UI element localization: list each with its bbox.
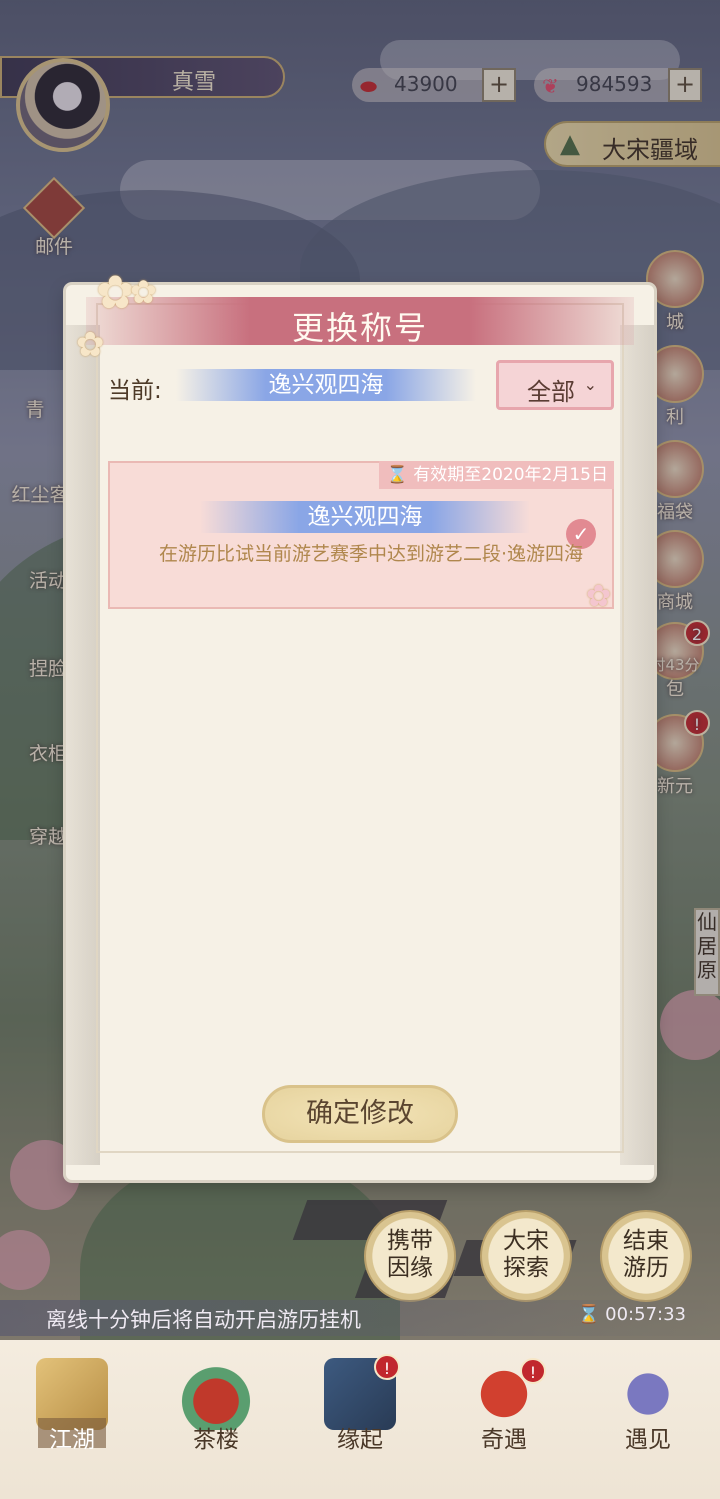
- flower-icon: ✿: [586, 579, 612, 614]
- nav-teahouse[interactable]: 茶楼: [144, 1340, 288, 1499]
- dialog-right-edge: [620, 325, 654, 1165]
- bottom-nav: 江湖 茶楼 ! 缘起 ! 奇遇 遇见: [0, 1340, 720, 1499]
- filter-dropdown[interactable]: 全部 ⌄: [496, 360, 614, 410]
- dialog-left-edge: [66, 325, 100, 1165]
- notice-timer: 00:57:33: [605, 1304, 686, 1325]
- card-description: 在游历比试当前游艺赛季中达到游艺二段·逸游四海: [158, 543, 584, 565]
- end-travel-button[interactable]: 结束游历: [600, 1210, 692, 1302]
- notice-message: 离线十分钟后将自动开启游历挂机: [46, 1308, 361, 1332]
- nav-jianghu[interactable]: 江湖: [0, 1340, 144, 1499]
- validity-text: 有效期至2020年2月15日: [413, 465, 608, 485]
- hourglass-icon: ⌛: [577, 1304, 600, 1325]
- validity-tag: ⌛ 有效期至2020年2月15日: [378, 461, 614, 489]
- nav-encounter[interactable]: ! 奇遇: [432, 1340, 576, 1499]
- flower-icon: ✿: [130, 273, 157, 311]
- offline-notice: 离线十分钟后将自动开启游历挂机 ⌛ 00:57:33: [0, 1300, 720, 1336]
- flower-icon: ✿: [76, 325, 105, 365]
- carry-fate-button[interactable]: 携带因缘: [364, 1210, 456, 1302]
- alert-badge: !: [374, 1354, 400, 1380]
- card-title-tag: 逸兴观四海: [200, 501, 530, 533]
- alert-badge: !: [520, 1358, 546, 1384]
- title-card[interactable]: ⌛ 有效期至2020年2月15日 逸兴观四海 ✓ 在游历比试当前游艺赛季中达到游…: [108, 461, 614, 614]
- filter-selected: 全部: [527, 378, 575, 406]
- chevron-down-icon: ⌄: [583, 375, 597, 394]
- change-title-dialog: 更换称号 ✿ ✿ ✿ 当前: 逸兴观四海 全部 ⌄ ⌛ 有效期至2020年2月1…: [66, 265, 654, 1180]
- current-title-label: 当前:: [108, 378, 162, 404]
- dialog-title: 更换称号: [291, 309, 428, 347]
- hourglass-icon: ⌛: [386, 465, 408, 485]
- dialog-title-bar: 更换称号: [86, 297, 634, 347]
- song-explore-button[interactable]: 大宋探索: [480, 1210, 572, 1302]
- confirm-button[interactable]: 确定修改: [262, 1085, 458, 1143]
- flower-icon: ✿: [96, 265, 135, 319]
- current-title-tag: 逸兴观四海: [176, 369, 476, 401]
- nav-meet[interactable]: 遇见: [576, 1340, 720, 1499]
- dialog-inner-border: [96, 303, 624, 1153]
- nav-origin[interactable]: ! 缘起: [288, 1340, 432, 1499]
